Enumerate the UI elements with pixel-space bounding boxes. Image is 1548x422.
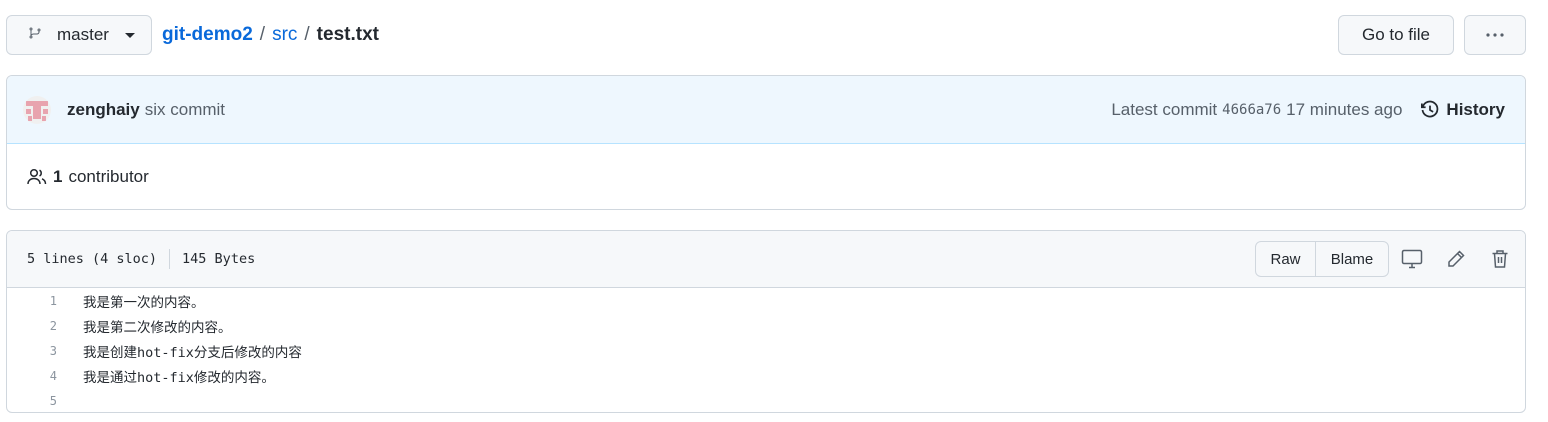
caret-down-icon xyxy=(124,32,135,38)
line-number[interactable]: 5 xyxy=(7,394,63,408)
contributor-count: 1 xyxy=(53,167,63,186)
code-line: 4 我是通过hot-fix修改的内容。 xyxy=(7,363,1525,388)
breadcrumb-separator: / xyxy=(259,24,266,45)
desktop-icon[interactable] xyxy=(1400,247,1424,271)
commit-meta: Latest commit 4666a76 17 minutes ago His… xyxy=(1111,76,1505,144)
contributors-row[interactable]: 1 contributor xyxy=(7,144,1525,209)
commit-header: zenghaiy six commit Latest commit 4666a7… xyxy=(7,76,1525,144)
commit-sha-link[interactable]: 4666a76 xyxy=(1222,102,1281,118)
latest-commit-box: zenghaiy six commit Latest commit 4666a7… xyxy=(6,75,1526,210)
people-icon xyxy=(27,168,47,185)
kebab-horizontal-icon xyxy=(1486,33,1504,37)
blame-button[interactable]: Blame xyxy=(1316,242,1388,276)
file-lines-info: 5 lines (4 sloc) xyxy=(27,251,158,267)
divider xyxy=(169,249,171,269)
code-line: 3 我是创建hot-fix分支后修改的内容 xyxy=(7,338,1525,363)
history-button[interactable]: History xyxy=(1420,100,1505,120)
line-number[interactable]: 4 xyxy=(7,369,63,383)
pencil-icon[interactable] xyxy=(1444,247,1468,271)
branch-name: master xyxy=(57,25,109,44)
contributor-label: contributor xyxy=(68,167,149,186)
raw-blame-group: Raw Blame xyxy=(1255,241,1389,277)
line-number[interactable]: 2 xyxy=(7,319,63,333)
raw-button[interactable]: Raw xyxy=(1256,242,1316,276)
trash-icon[interactable] xyxy=(1488,247,1512,271)
breadcrumb-dir-link[interactable]: src xyxy=(272,24,297,46)
line-number[interactable]: 3 xyxy=(7,344,63,358)
git-branch-icon xyxy=(27,25,43,46)
line-number[interactable]: 1 xyxy=(7,294,63,308)
file-header: 5 lines (4 sloc) 145 Bytes Raw Blame xyxy=(7,231,1525,288)
line-content: 我是通过hot-fix修改的内容。 xyxy=(83,369,275,386)
more-options-button[interactable] xyxy=(1464,15,1526,55)
breadcrumb-repo-link[interactable]: git-demo2 xyxy=(162,24,253,46)
history-clock-icon xyxy=(1421,100,1439,118)
avatar[interactable] xyxy=(23,95,51,124)
breadcrumb-separator: / xyxy=(304,24,310,45)
line-content: 我是第二次修改的内容。 xyxy=(83,319,232,336)
line-content: 我是第一次的内容。 xyxy=(83,294,205,311)
code-line: 1 我是第一次的内容。 xyxy=(7,288,1525,313)
commit-time: 17 minutes ago xyxy=(1286,100,1403,119)
file-viewer: 5 lines (4 sloc) 145 Bytes Raw Blame 1 我… xyxy=(6,230,1526,413)
code-table: 1 我是第一次的内容。 2 我是第二次修改的内容。 3 我是创建hot-fix分… xyxy=(7,288,1525,412)
branch-selector-button[interactable]: master xyxy=(6,15,152,55)
file-size: 145 Bytes xyxy=(182,251,256,267)
commit-message-link[interactable]: six commit xyxy=(145,100,225,120)
go-to-file-button[interactable]: Go to file xyxy=(1338,15,1454,55)
code-line: 5 xyxy=(7,388,1525,412)
breadcrumb-file: test.txt xyxy=(316,24,379,45)
line-content: 我是创建hot-fix分支后修改的内容 xyxy=(83,344,302,361)
commit-author-link[interactable]: zenghaiy xyxy=(67,100,140,120)
history-label: History xyxy=(1446,100,1505,119)
code-line: 2 我是第二次修改的内容。 xyxy=(7,313,1525,338)
breadcrumb: git-demo2 / src / test.txt xyxy=(162,24,379,46)
latest-commit-label: Latest commit xyxy=(1111,100,1218,119)
